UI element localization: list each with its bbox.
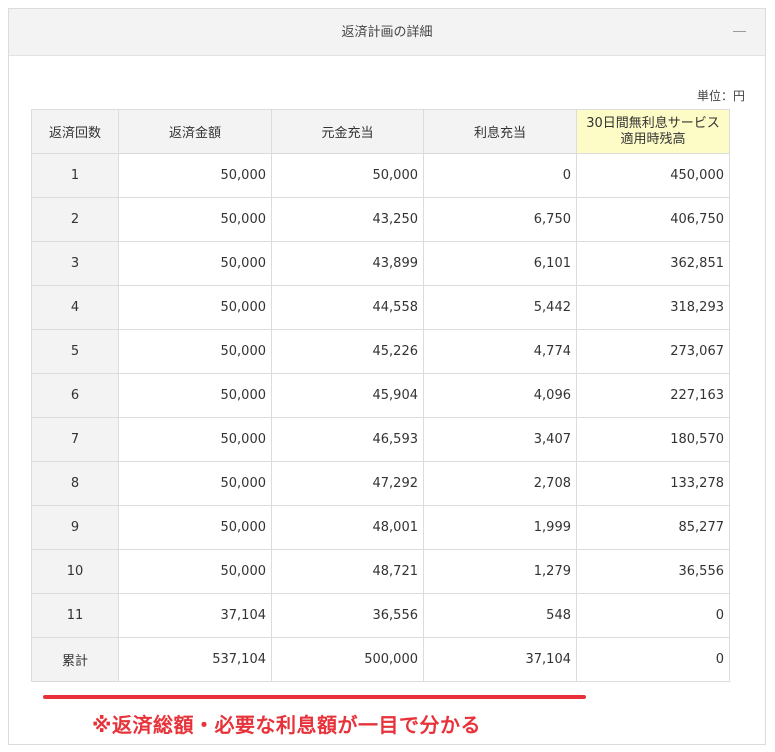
cell-balance: 227,163 bbox=[576, 373, 730, 418]
table-row: 8 50,000 47,292 2,708 133,278 bbox=[31, 461, 730, 506]
cell-interest: 5,442 bbox=[423, 285, 577, 330]
cell-interest: 4,096 bbox=[423, 373, 577, 418]
cell-principal: 46,593 bbox=[271, 417, 424, 462]
cell-principal: 43,899 bbox=[271, 241, 424, 286]
header-balance-line-1: 30日間無利息サービス bbox=[586, 115, 720, 131]
cell-interest: 0 bbox=[423, 153, 577, 198]
cell-balance: 180,570 bbox=[576, 417, 730, 462]
cell-payment: 50,000 bbox=[118, 241, 272, 286]
cell-interest: 1,999 bbox=[423, 505, 577, 550]
table-row: 11 37,104 36,556 548 0 bbox=[31, 593, 730, 638]
table-row: 9 50,000 48,001 1,999 85,277 bbox=[31, 505, 730, 550]
cell-payment: 50,000 bbox=[118, 329, 272, 374]
cell-balance: 318,293 bbox=[576, 285, 730, 330]
cell-principal: 48,721 bbox=[271, 549, 424, 594]
cell-payment: 50,000 bbox=[118, 197, 272, 242]
cell-interest: 6,101 bbox=[423, 241, 577, 286]
cell-installment: 累計 bbox=[31, 637, 119, 682]
cell-payment: 50,000 bbox=[118, 285, 272, 330]
cell-interest: 37,104 bbox=[423, 637, 577, 682]
table-row: 4 50,000 44,558 5,442 318,293 bbox=[31, 285, 730, 330]
panel-title: 返済計画の詳細 bbox=[341, 25, 433, 40]
table-row: 6 50,000 45,904 4,096 227,163 bbox=[31, 373, 730, 418]
cell-interest: 6,750 bbox=[423, 197, 577, 242]
cell-installment: 5 bbox=[31, 329, 119, 374]
table-row: 3 50,000 43,899 6,101 362,851 bbox=[31, 241, 730, 286]
table-row: 2 50,000 43,250 6,750 406,750 bbox=[31, 197, 730, 242]
table-row: 10 50,000 48,721 1,279 36,556 bbox=[31, 549, 730, 594]
total-row: 累計 537,104 500,000 37,104 0 bbox=[31, 637, 730, 682]
cell-balance: 85,277 bbox=[576, 505, 730, 550]
cell-balance: 273,067 bbox=[576, 329, 730, 374]
cell-balance: 133,278 bbox=[576, 461, 730, 506]
cell-installment: 7 bbox=[31, 417, 119, 462]
cell-balance: 450,000 bbox=[576, 153, 730, 198]
cell-balance: 36,556 bbox=[576, 549, 730, 594]
header-payment-amount: 返済金額 bbox=[118, 109, 272, 154]
header-balance-line-2: 適用時残高 bbox=[620, 131, 686, 147]
panel-header[interactable]: 返済計画の詳細 bbox=[9, 9, 765, 56]
table-row: 1 50,000 50,000 0 450,000 bbox=[31, 153, 730, 198]
cell-principal: 50,000 bbox=[271, 153, 424, 198]
cell-principal: 43,250 bbox=[271, 197, 424, 242]
cell-interest: 2,708 bbox=[423, 461, 577, 506]
cell-payment: 50,000 bbox=[118, 417, 272, 462]
cell-payment: 50,000 bbox=[118, 549, 272, 594]
repayment-schedule-table: 返済回数 返済金額 元金充当 利息充当 30日間無利息サービス 適用時残高 15… bbox=[31, 109, 730, 682]
cell-payment: 50,000 bbox=[118, 505, 272, 550]
cell-installment: 10 bbox=[31, 549, 119, 594]
table-header-row: 返済回数 返済金額 元金充当 利息充当 30日間無利息サービス 適用時残高 bbox=[31, 109, 730, 154]
cell-installment: 11 bbox=[31, 593, 119, 638]
cell-installment: 2 bbox=[31, 197, 119, 242]
cell-principal: 45,226 bbox=[271, 329, 424, 374]
cell-principal: 47,292 bbox=[271, 461, 424, 506]
cell-installment: 8 bbox=[31, 461, 119, 506]
cell-installment: 6 bbox=[31, 373, 119, 418]
minus-icon[interactable] bbox=[733, 27, 747, 37]
cell-principal: 48,001 bbox=[271, 505, 424, 550]
header-balance-with-interest-free: 30日間無利息サービス 適用時残高 bbox=[576, 109, 730, 154]
cell-balance: 362,851 bbox=[576, 241, 730, 286]
cell-interest: 3,407 bbox=[423, 417, 577, 462]
cell-principal: 36,556 bbox=[271, 593, 424, 638]
cell-installment: 4 bbox=[31, 285, 119, 330]
cell-payment: 537,104 bbox=[118, 637, 272, 682]
unit-label: 単位：円 bbox=[696, 89, 745, 103]
table-row: 7 50,000 46,593 3,407 180,570 bbox=[31, 417, 730, 462]
cell-payment: 50,000 bbox=[118, 461, 272, 506]
cell-interest: 548 bbox=[423, 593, 577, 638]
cell-principal: 500,000 bbox=[271, 637, 424, 682]
cell-balance: 406,750 bbox=[576, 197, 730, 242]
cell-installment: 9 bbox=[31, 505, 119, 550]
cell-payment: 50,000 bbox=[118, 153, 272, 198]
cell-balance: 0 bbox=[576, 637, 730, 682]
total-underline-highlight bbox=[43, 695, 586, 699]
cell-payment: 50,000 bbox=[118, 373, 272, 418]
cell-payment: 37,104 bbox=[118, 593, 272, 638]
cell-principal: 44,558 bbox=[271, 285, 424, 330]
cell-installment: 1 bbox=[31, 153, 119, 198]
header-interest: 利息充当 bbox=[423, 109, 577, 154]
header-installment-number: 返済回数 bbox=[31, 109, 119, 154]
note-text: ※返済総額・必要な利息額が一目で分かる bbox=[92, 713, 481, 737]
header-principal: 元金充当 bbox=[271, 109, 424, 154]
cell-installment: 3 bbox=[31, 241, 119, 286]
cell-balance: 0 bbox=[576, 593, 730, 638]
cell-interest: 4,774 bbox=[423, 329, 577, 374]
table-row: 5 50,000 45,226 4,774 273,067 bbox=[31, 329, 730, 374]
cell-principal: 45,904 bbox=[271, 373, 424, 418]
cell-interest: 1,279 bbox=[423, 549, 577, 594]
